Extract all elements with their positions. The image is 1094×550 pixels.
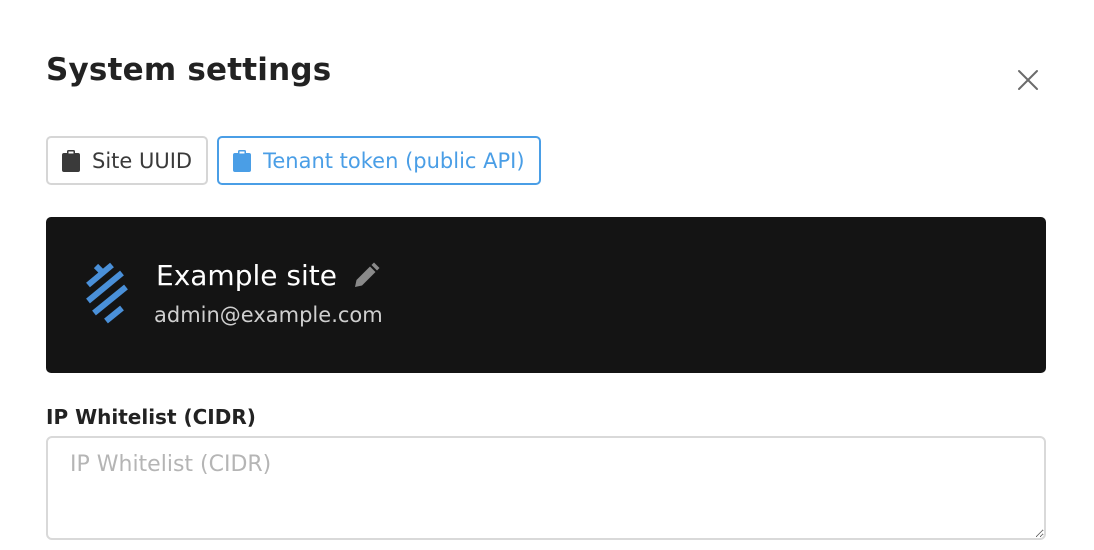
tenant-token-label: Tenant token (public API) [263,148,525,173]
copy-site-uuid-button[interactable]: Site UUID [46,136,209,185]
site-uuid-label: Site UUID [92,148,193,173]
edit-site-name-button[interactable] [351,261,381,291]
pencil-icon [354,262,380,287]
ip-whitelist-input[interactable] [46,436,1046,540]
site-name-row: Example site [156,259,381,292]
copy-tenant-token-button[interactable]: Tenant token (public API) [217,136,541,185]
site-email: admin@example.com [154,303,383,327]
system-settings-dialog: System settings Site UUID Tenant token (… [0,0,1094,550]
site-name: Example site [156,259,337,292]
copy-button-group: Site UUID Tenant token (public API) [46,136,541,185]
clipboard-icon [62,149,80,172]
site-banner: Example site admin@example.com [46,217,1046,373]
site-logo-icon [82,261,134,331]
clipboard-icon [233,149,252,172]
ip-whitelist-label: IP Whitelist (CIDR) [46,405,256,429]
close-icon [1018,70,1038,90]
dialog-title: System settings [46,52,332,88]
close-button[interactable] [1012,64,1044,96]
